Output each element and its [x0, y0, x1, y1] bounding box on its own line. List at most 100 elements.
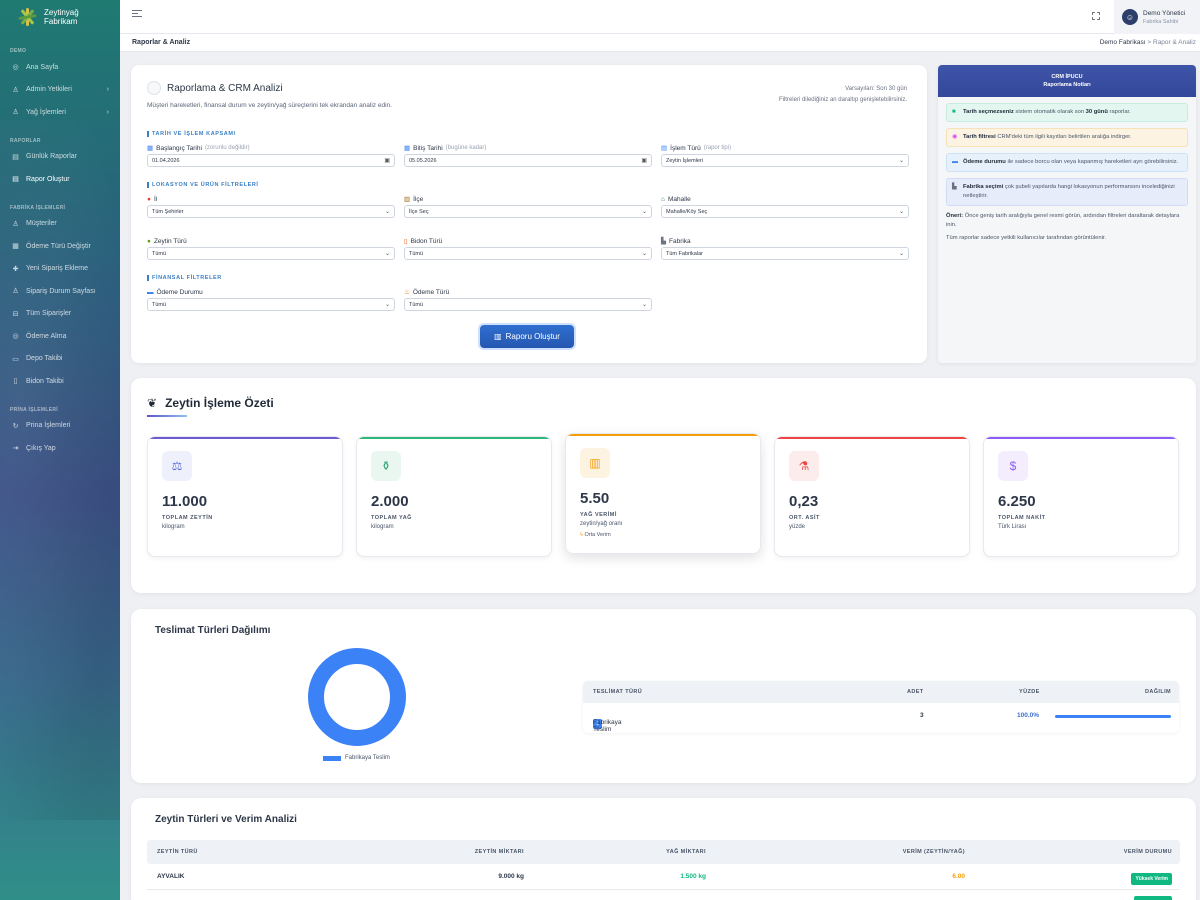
- sidebar-item-label: Ana Sayfa: [26, 63, 59, 71]
- bottle-icon: ▯: [404, 238, 408, 245]
- sidebar-item-admin[interactable]: ♙ Admin Yetkileri ›: [0, 79, 120, 102]
- city-field: ● İl Tüm Şehirler ⌄: [147, 193, 395, 218]
- stat-oil-yield: ▥ 5.50 YAĞ VERİMİ zeytin/yağ oranı ϟ Ort…: [565, 433, 761, 554]
- tip-date-filter: ◉ Tarih filtresi CRM'deki tüm ilgili kayı…: [946, 128, 1188, 147]
- sidebar-item-bidon[interactable]: ▯ Bidon Takibi: [0, 370, 120, 393]
- lightning-icon: ϟ: [580, 532, 583, 538]
- stat-unit: zeytin/yağ oranı: [580, 521, 623, 527]
- sidebar-item-create-report[interactable]: ▤ Rapor Oluştur: [0, 168, 120, 191]
- olive-type-select[interactable]: Tümü ⌄: [147, 247, 395, 260]
- payment-type-select[interactable]: Tümü ⌄: [404, 298, 652, 311]
- sidebar-item-depot[interactable]: ▭ Depo Takibi: [0, 348, 120, 371]
- sidebar-item-home[interactable]: ◎ Ana Sayfa: [0, 56, 120, 79]
- olive-type-field: ● Zeytin Türü Tümü ⌄: [147, 235, 395, 260]
- brand[interactable]: Zeytinyağ Fabrikam: [0, 0, 120, 34]
- list-icon: ▤: [661, 145, 668, 152]
- user-icon: ♙: [12, 109, 19, 117]
- sidebar-item-customers[interactable]: ♙ Müşteriler: [0, 213, 120, 236]
- sidebar-item-new-order[interactable]: ✚ Yeni Sipariş Ekleme: [0, 258, 120, 281]
- table-row: AYVALIK 9.000 kg 1.500 kg 6.00 Yüksek Ve…: [147, 864, 1180, 890]
- brand-line1: Zeytinyağ: [44, 8, 79, 17]
- sidebar-item-label: Depo Takibi: [26, 355, 63, 363]
- sidebar-item-oil-ops[interactable]: ♙ Yağ İşlemleri ›: [0, 101, 120, 124]
- hamburger-menu-icon[interactable]: [132, 10, 142, 20]
- start-date-field: ▦ Başlangıç Tarihi (zorunlu değildir) 01.0…: [147, 142, 395, 167]
- olive-amount-cell: 9.000 kg: [498, 873, 524, 880]
- end-date-field: ▦ Bitiş Tarihi (bugüne kadar) 05.05.2026 ▣: [404, 142, 652, 167]
- sidebar-item-order-status[interactable]: ♙ Sipariş Durum Sayfası: [0, 280, 120, 303]
- field-label: Ödeme Durumu: [156, 288, 203, 296]
- nav-section-reports: RAPORLAR: [10, 137, 41, 144]
- sidebar-item-payment-type[interactable]: ▦ Ödeme Türü Değiştir: [0, 235, 120, 258]
- status-badge: Yüksek Verim: [1131, 873, 1172, 885]
- user-role: Fabrika Sahibi: [1143, 18, 1179, 25]
- factory-select[interactable]: Tüm Fabrikalar ⌄: [661, 247, 909, 260]
- sidebar-item-daily-reports[interactable]: ▤ Günlük Raporlar: [0, 146, 120, 169]
- table-row: 1 Fabrikaya Teslim 3 100.0%: [583, 703, 1179, 733]
- chevron-right-icon: ›: [106, 86, 109, 94]
- stat-total-oil: ⚱ 2.000 TOPLAM YAĞ kilogram: [356, 436, 552, 557]
- house-icon: ⌂: [661, 195, 665, 203]
- stat-label: ORT. ASİT: [789, 515, 820, 521]
- field-label: Bitiş Tarihi: [413, 144, 443, 152]
- delivery-donut-chart: [307, 647, 407, 747]
- neighborhood-select[interactable]: Mahalle/Köy Seç ⌄: [661, 205, 909, 218]
- count-cell: 3: [920, 712, 924, 719]
- field-hint: (bugüne kadar): [445, 145, 487, 151]
- payment-type-field: ♨ Ödeme Türü Tümü ⌄: [404, 286, 652, 311]
- chevron-down-icon: ⌄: [898, 209, 904, 215]
- report-filter-card: Raporlama & CRM Analizi Müşteri hareketl…: [131, 65, 927, 363]
- recycle-icon: ↻: [12, 422, 19, 430]
- section-financial: FİNANSAL FİLTRELER: [147, 275, 222, 281]
- stat-label: TOPLAM ZEYTİN: [162, 515, 213, 521]
- document-icon: ▤: [12, 153, 19, 161]
- user-menu[interactable]: ☺ Demo Yönetici Fabrika Sahibi: [1114, 0, 1200, 34]
- field-label: Mahalle: [667, 195, 691, 203]
- distribution-bar: [1055, 715, 1171, 718]
- field-hint: (rapor tipi): [703, 145, 732, 151]
- brand-line2: Fabrikam: [44, 17, 78, 26]
- chart-legend[interactable]: Fabrikaya Teslim: [323, 755, 390, 761]
- stat-value: 2.000: [371, 493, 409, 510]
- calendar-picker-icon[interactable]: ▣: [641, 157, 647, 164]
- payment-status-select[interactable]: Tümü ⌄: [147, 298, 395, 311]
- delivery-table: TESLİMAT TÜRÜ ADET YÜZDE DAĞILIM 1 Fabrik…: [583, 681, 1179, 733]
- table-header: TESLİMAT TÜRÜ ADET YÜZDE DAĞILIM: [583, 681, 1179, 703]
- table-icon: ▦: [12, 243, 19, 251]
- payment-status-field: ▬ Ödeme Durumu Tümü ⌄: [147, 286, 395, 311]
- sidebar-item-prina[interactable]: ↻ Prina İşlemleri: [0, 415, 120, 438]
- sidebar-item-label: Tüm Siparişler: [26, 310, 72, 318]
- breadcrumb-current: Rapor & Analiz: [1153, 39, 1196, 46]
- cart-icon: ⊟: [12, 310, 19, 318]
- create-report-button[interactable]: ▥ Raporu Oluştur: [480, 325, 574, 348]
- city-select[interactable]: Tüm Şehirler ⌄: [147, 205, 395, 218]
- start-date-input[interactable]: 01.04.2026 ▣: [147, 154, 395, 167]
- tip-suggestion: Öneri: Önce geniş tarih aralığıyla genel…: [946, 213, 1180, 228]
- end-date-input[interactable]: 05.05.2026 ▣: [404, 154, 652, 167]
- breadcrumb-root[interactable]: Demo Fabrikası: [1100, 39, 1146, 46]
- breadcrumb: Demo Fabrikası > Rapor & Analiz: [1100, 39, 1196, 46]
- sidebar-item-logout[interactable]: ⇥ Çıkış Yap: [0, 437, 120, 460]
- crm-tips-card: CRM İPUCU Raporlama Notları ■ Tarih seçme…: [938, 65, 1196, 363]
- operation-type-select[interactable]: Zeytin İşlemleri ⌄: [661, 154, 909, 167]
- olive-icon: ●: [147, 237, 151, 245]
- chart-icon: ▥: [494, 332, 502, 341]
- fullscreen-icon[interactable]: [1092, 12, 1100, 20]
- expand-note: Filtreleri dilediğiniz an daraltıp geniş…: [778, 97, 907, 103]
- bidon-type-select[interactable]: Tümü ⌄: [404, 247, 652, 260]
- report-title: Raporlama & CRM Analizi: [167, 82, 283, 94]
- user-name: Demo Yönetici: [1143, 9, 1186, 17]
- donut-slice-fabrikaya-teslim[interactable]: [308, 648, 406, 746]
- default-range-note: Varsayılan: Son 30 gün: [845, 86, 907, 92]
- check-icon: ■: [952, 109, 956, 115]
- calendar-picker-icon[interactable]: ▣: [384, 157, 390, 164]
- field-label: Ödeme Türü: [412, 288, 450, 296]
- sidebar-item-payment-get[interactable]: ◎ Ödeme Alma: [0, 325, 120, 348]
- district-select[interactable]: İlçe Seç ⌄: [404, 205, 652, 218]
- section-date-scope: TARİH VE İŞLEM KAPSAMI: [147, 131, 236, 137]
- chevron-down-icon: ⌄: [641, 251, 647, 257]
- sidebar-item-all-orders[interactable]: ⊟ Tüm Siparişler: [0, 303, 120, 326]
- chevron-down-icon: ⌄: [384, 209, 390, 215]
- stat-label: TOPLAM NAKİT: [998, 515, 1046, 521]
- topbar: ☺ Demo Yönetici Fabrika Sahibi: [120, 0, 1200, 34]
